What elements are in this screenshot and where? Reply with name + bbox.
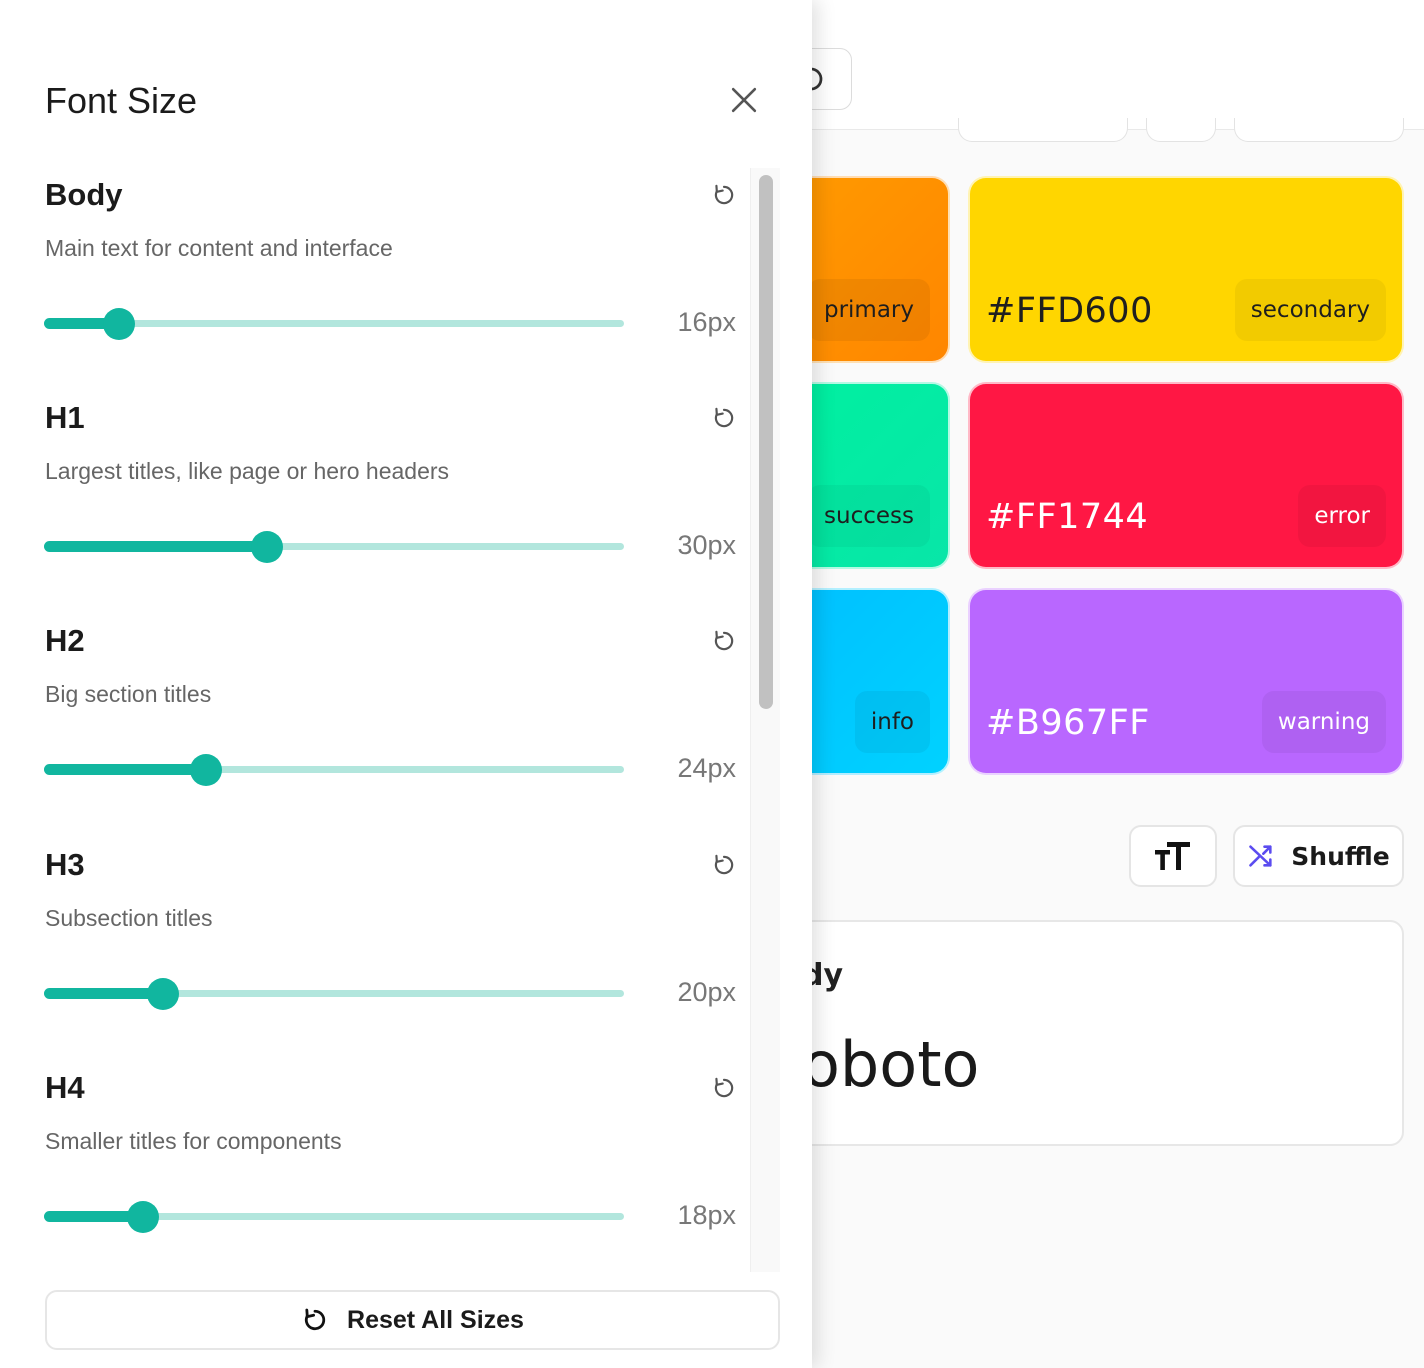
drawer-title: Font Size [45, 80, 198, 121]
tab-pill[interactable] [958, 118, 1128, 142]
font-size-slider[interactable] [44, 1201, 624, 1233]
reset-icon [714, 630, 734, 651]
close-button[interactable] [724, 80, 764, 120]
tab-pill[interactable] [1234, 118, 1404, 142]
swatch-role-success: success [808, 485, 930, 547]
section-description: Smaller titles for components [45, 1128, 342, 1154]
shuffle-label: Shuffle [1291, 841, 1390, 871]
section-value: 30px [677, 530, 736, 560]
swatch-role-error: error [1298, 485, 1386, 547]
section-value: 20px [677, 977, 736, 1007]
reset-icon [714, 854, 734, 875]
slider-fill [44, 988, 163, 999]
font-size-drawer: Font Size Body Main text for content and… [0, 0, 812, 1368]
slider-fill [44, 541, 267, 552]
slider-fill [44, 764, 206, 775]
font-size-button[interactable] [1129, 825, 1217, 887]
slider-thumb[interactable] [147, 978, 179, 1010]
swatch-role-info: info [854, 691, 930, 753]
section-title: H2 [45, 623, 85, 658]
section-description: Main text for content and interface [45, 235, 393, 261]
swatch-hex-error: #FF1744 [986, 497, 1149, 537]
section-reset-button[interactable] [708, 402, 740, 434]
swatch-role-secondary: secondary [1234, 279, 1386, 341]
section-value: 24px [677, 753, 736, 783]
font-size-slider[interactable] [44, 531, 624, 563]
swatch-error[interactable]: #FF1744 error [968, 382, 1404, 569]
swatch-hex-warning: #B967FF [986, 703, 1150, 743]
swatch-warning[interactable]: #B967FF warning [968, 588, 1404, 775]
font-size-slider[interactable] [44, 978, 624, 1010]
close-icon [731, 87, 757, 113]
section-reset-button[interactable] [708, 849, 740, 881]
section-description: Subsection titles [45, 905, 213, 931]
font-size-slider[interactable] [44, 754, 624, 786]
shuffle-icon [1249, 845, 1272, 867]
font-size-section-body: Body Main text for content and interface… [0, 177, 750, 400]
preview-font-name: oboto [802, 1028, 980, 1101]
font-size-section-h4: H4 Smaller titles for components 18px [0, 1070, 750, 1273]
section-value: 18px [677, 1200, 736, 1230]
section-value: 16px [677, 307, 736, 337]
section-description: Largest titles, like page or hero header… [45, 458, 450, 484]
font-size-section-h1: H1 Largest titles, like page or hero hea… [0, 400, 750, 623]
text-size-icon [1155, 842, 1190, 870]
section-reset-button[interactable] [708, 179, 740, 211]
swatch-role-primary: primary [807, 279, 930, 341]
shuffle-button[interactable]: Shuffle [1233, 825, 1404, 887]
slider-thumb[interactable] [190, 754, 222, 786]
font-size-section-h3: H3 Subsection titles 20px [0, 847, 750, 1070]
section-reset-button[interactable] [708, 625, 740, 657]
section-title: H1 [45, 400, 85, 435]
section-title: Body [45, 177, 123, 212]
swatch-hex-secondary: #FFD600 [986, 291, 1153, 331]
reset-icon [714, 184, 734, 205]
slider-thumb[interactable] [127, 1201, 159, 1233]
reset-icon [714, 1077, 734, 1098]
slider-thumb[interactable] [103, 308, 135, 340]
section-title: H3 [45, 847, 85, 882]
typography-preview-card: dy oboto [780, 920, 1404, 1146]
reset-all-label: Reset All Sizes [347, 1305, 524, 1334]
section-title: H4 [45, 1070, 85, 1105]
font-size-slider[interactable] [44, 308, 624, 340]
reset-icon [304, 1308, 326, 1331]
slider-thumb[interactable] [251, 531, 283, 563]
tab-pill[interactable] [1146, 118, 1216, 142]
section-description: Big section titles [45, 681, 212, 707]
reset-icon [714, 407, 734, 428]
font-size-list: Body Main text for content and interface… [0, 165, 780, 1273]
reset-all-sizes-button[interactable]: Reset All Sizes [45, 1290, 780, 1350]
swatch-role-warning: warning [1261, 691, 1386, 753]
swatch-secondary[interactable]: #FFD600 secondary [968, 176, 1404, 363]
section-reset-button[interactable] [708, 1072, 740, 1104]
font-size-section-h2: H2 Big section titles 24px [0, 623, 750, 846]
